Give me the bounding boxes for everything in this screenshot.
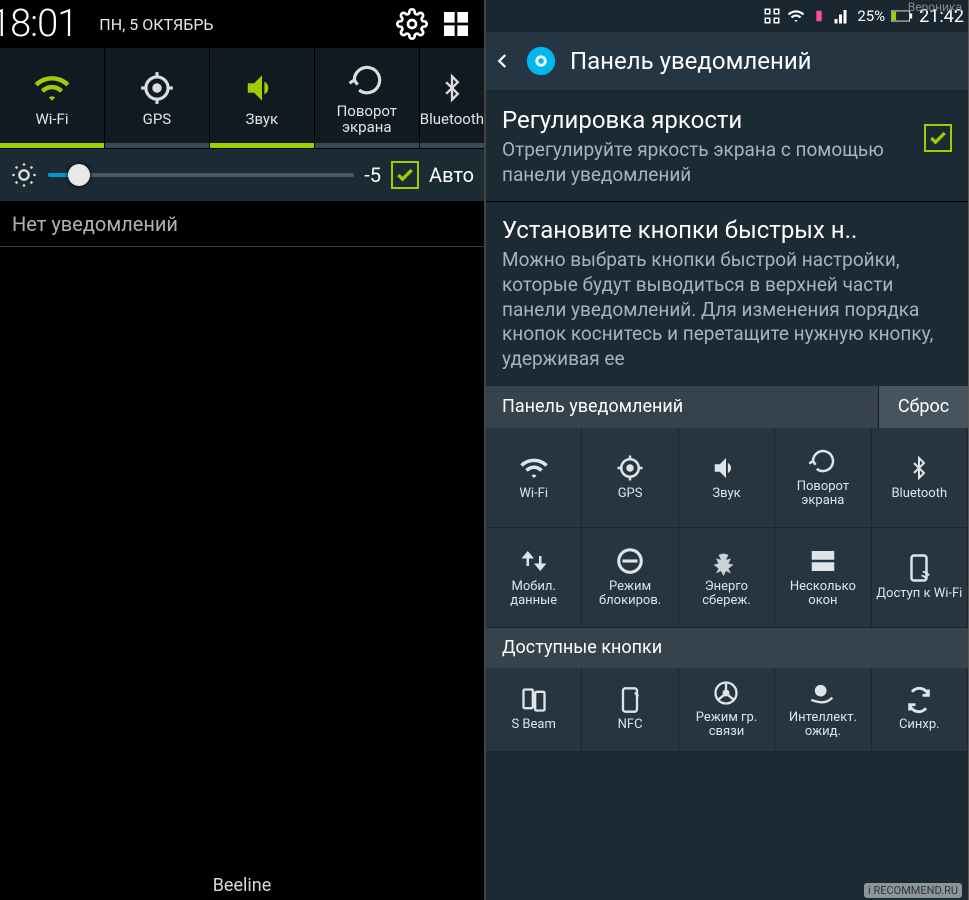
avail-tile-sync[interactable]: Синхр. xyxy=(872,668,968,752)
grid-tile-rotate[interactable]: Поворот экрана xyxy=(775,428,871,528)
available-buttons-label: Доступные кнопки xyxy=(486,628,968,668)
brightness-slider[interactable] xyxy=(48,173,354,177)
brightness-title: Регулировка яркости xyxy=(502,106,912,134)
brightness-value: -5 xyxy=(364,163,381,187)
active-toggles-grid: Wi-Fi GPS Звук Поворот экрана Bluetooth … xyxy=(486,428,968,628)
grid-tile-wifi-hotspot[interactable]: Доступ к Wi-Fi xyxy=(872,528,968,628)
toggle-sound-label: Звук xyxy=(246,111,279,128)
brightness-adj-checkbox[interactable] xyxy=(924,124,952,152)
header-title: Панель уведомлений xyxy=(570,47,812,75)
grid-tile-mobile-data[interactable]: Мобил. данные xyxy=(486,528,582,628)
settings-gear-icon xyxy=(524,44,558,78)
toggle-bluetooth[interactable]: Bluetooth xyxy=(420,48,484,148)
brightness-bar: -5 Авто xyxy=(0,148,484,202)
brightness-desc: Отрегулируйте яркость экрана с помощью п… xyxy=(502,138,912,187)
no-notifications-label: Нет уведомлений xyxy=(0,202,484,247)
back-icon[interactable] xyxy=(494,46,512,76)
clock: 18:01 xyxy=(0,2,77,46)
quick-toggles-row: Wi-Fi GPS Звук Поворот экрана Bluetooth xyxy=(0,48,484,148)
brightness-icon xyxy=(10,161,38,189)
battery-saver-status-icon xyxy=(811,8,827,24)
signal-status-icon xyxy=(833,7,851,25)
watermark-author: Вероника xyxy=(908,0,962,14)
brightness-adjustment-section[interactable]: Регулировка яркости Отрегулируйте яркост… xyxy=(486,92,968,201)
toggle-rotate-label: Поворот экрана xyxy=(315,103,419,136)
avail-tile-smart-stay[interactable]: Интеллект. ожид. xyxy=(775,668,871,752)
quick-buttons-section[interactable]: Установите кнопки быстрых н.. Можно выбр… xyxy=(486,202,968,385)
grid-tile-power-saving[interactable]: Энерго сбереж. xyxy=(679,528,775,628)
quick-settings-grid-icon[interactable] xyxy=(440,8,472,40)
toggle-wifi-label: Wi-Fi xyxy=(35,111,68,128)
date: ПН, 5 ОКТЯБРЬ xyxy=(99,15,213,34)
grid-tile-wifi[interactable]: Wi-Fi xyxy=(486,428,582,528)
quick-settings-status-icon xyxy=(763,7,781,25)
reset-button[interactable]: Сброс xyxy=(878,386,968,428)
grid-tile-sound[interactable]: Звук xyxy=(679,428,775,528)
grid-tile-gps[interactable]: GPS xyxy=(582,428,678,528)
avail-tile-sbeam[interactable]: S Beam xyxy=(486,668,582,752)
notification-shade-screen: 18:01 ПН, 5 ОКТЯБРЬ Wi-Fi GPS Звук Повор… xyxy=(0,0,484,900)
available-toggles-grid: S Beam NFC Режим гр. связи Интеллект. ож… xyxy=(486,668,968,752)
quick-buttons-desc: Можно выбрать кнопки быстрой настройки, … xyxy=(502,248,952,371)
panel-sub-bar-label: Панель уведомлений xyxy=(486,396,878,417)
toggle-gps-label: GPS xyxy=(143,111,172,128)
brightness-auto-checkbox[interactable] xyxy=(391,161,419,189)
screen-header[interactable]: Панель уведомлений xyxy=(486,32,968,92)
toggle-gps[interactable]: GPS xyxy=(105,48,210,148)
quick-buttons-title: Установите кнопки быстрых н.. xyxy=(502,216,952,244)
toggle-sound[interactable]: Звук xyxy=(210,48,315,148)
status-bar-right: 25% 21:42 xyxy=(486,0,968,32)
toggle-bluetooth-label: Bluetooth xyxy=(420,111,484,128)
grid-tile-bluetooth[interactable]: Bluetooth xyxy=(872,428,968,528)
avail-tile-nfc[interactable]: NFC xyxy=(582,668,678,752)
wifi-status-icon xyxy=(787,7,805,25)
brightness-auto-label: Авто xyxy=(429,163,474,187)
avail-tile-driving[interactable]: Режим гр. связи xyxy=(679,668,775,752)
settings-icon[interactable] xyxy=(396,8,428,40)
grid-tile-multi-window[interactable]: Несколько окон xyxy=(775,528,871,628)
panel-sub-bar: Панель уведомлений Сброс xyxy=(486,386,968,428)
status-bar: 18:01 ПН, 5 ОКТЯБРЬ xyxy=(0,0,484,48)
settings-notification-panel-screen: Вероника 25% 21:42 Панель уведомлений Ре… xyxy=(484,0,968,900)
battery-percentage: 25% xyxy=(857,7,885,25)
toggle-rotate[interactable]: Поворот экрана xyxy=(315,48,420,148)
carrier-label: Beeline xyxy=(0,875,484,896)
grid-tile-block-mode[interactable]: Режим блокиров. xyxy=(582,528,678,628)
toggle-wifi[interactable]: Wi-Fi xyxy=(0,48,105,148)
watermark-site: i RECOMMEND.RU xyxy=(864,883,962,898)
